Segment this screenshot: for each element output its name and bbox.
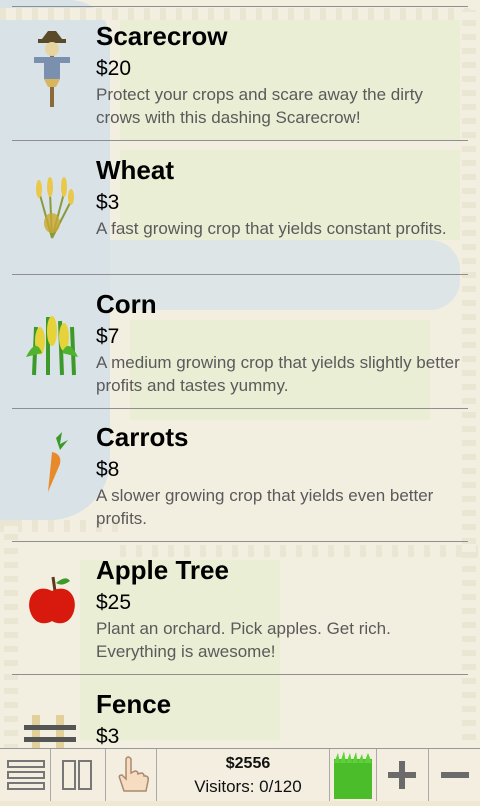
money-label: $2556 [225, 755, 271, 772]
shop-item-fence[interactable]: Fence $3 [12, 675, 468, 748]
item-description: Plant an orchard. Pick apples. Get rich.… [96, 619, 391, 661]
wheat-icon [22, 163, 82, 243]
pause-icon [62, 760, 92, 790]
item-description: Protect your crops and scare away the di… [96, 85, 423, 127]
shop-item-wheat[interactable]: Wheat $3 A fast growing crop that yields… [12, 141, 468, 275]
bottom-toolbar: $2556 Visitors: 0/120 [0, 748, 480, 801]
item-name: Scarecrow [96, 21, 228, 51]
apple-icon [22, 563, 82, 643]
item-name: Wheat [96, 155, 174, 185]
item-description: A medium growing crop that yields slight… [96, 353, 460, 395]
item-price: $7 [96, 325, 120, 348]
item-name: Carrots [96, 422, 189, 452]
scarecrow-icon [22, 29, 82, 109]
item-name: Apple Tree [96, 555, 229, 585]
fence-icon [22, 705, 82, 748]
item-price: $25 [96, 591, 132, 614]
zoom-in-icon [388, 761, 416, 789]
grass-tile-icon [334, 751, 372, 799]
carrot-icon [22, 430, 82, 510]
shop-item-carrots[interactable]: Carrots $8 A slower growing crop that yi… [12, 408, 468, 542]
item-description: A fast growing crop that yields constant… [96, 219, 447, 238]
hand-pointer-icon [118, 756, 149, 792]
shop-item-apple-tree[interactable]: Apple Tree $25 Plant an orchard. Pick ap… [12, 541, 468, 675]
item-price: $20 [96, 57, 132, 80]
menu-button[interactable] [0, 749, 51, 801]
shop-list[interactable]: Scarecrow $20 Protect your crops and sca… [0, 0, 480, 748]
pause-button[interactable] [51, 749, 106, 801]
item-description: A slower growing crop that yields even b… [96, 486, 434, 528]
zoom-out-icon [441, 772, 469, 778]
item-price: $3 [96, 725, 120, 748]
shop-item-scarecrow[interactable]: Scarecrow $20 Protect your crops and sca… [12, 7, 468, 141]
shop-item-corn[interactable]: Corn $7 A medium growing crop that yield… [12, 275, 468, 409]
item-name: Fence [96, 689, 172, 719]
menu-icon [7, 760, 45, 790]
item-price: $3 [96, 191, 120, 214]
item-name: Corn [96, 289, 157, 319]
select-tool-button[interactable] [106, 749, 157, 801]
corn-icon [22, 297, 82, 377]
item-price: $8 [96, 458, 120, 481]
zoom-out-button[interactable] [429, 749, 480, 801]
zoom-in-button[interactable] [376, 749, 429, 801]
visitors-label: Visitors: 0/120 [194, 777, 302, 796]
grass-tool-button[interactable] [329, 749, 377, 801]
